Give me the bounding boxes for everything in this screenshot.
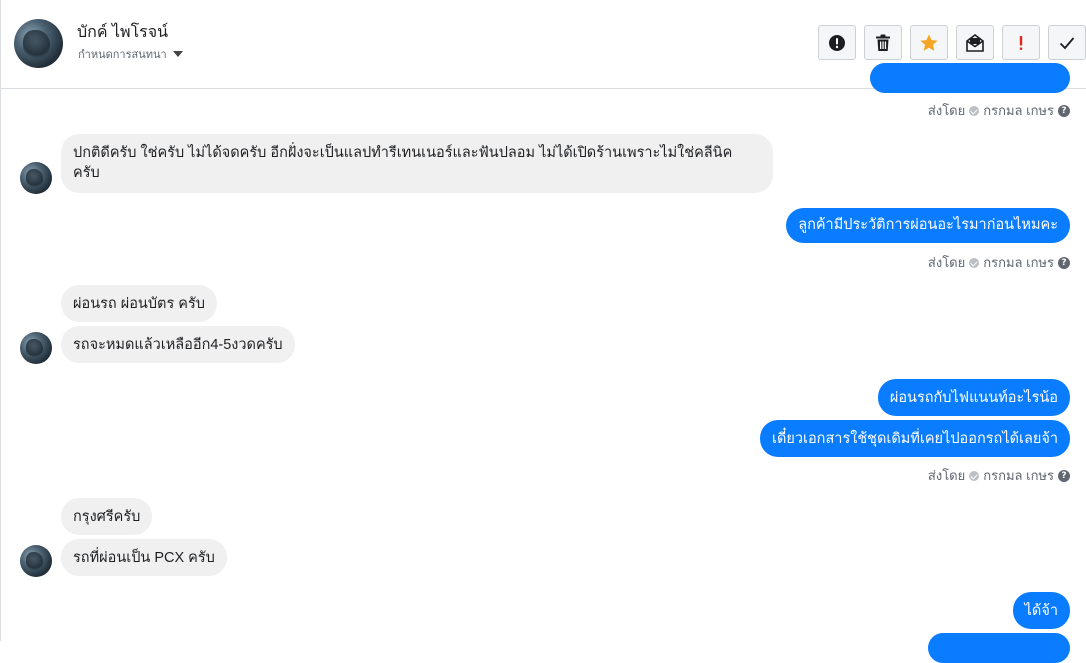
- important-button[interactable]: [1002, 25, 1040, 60]
- help-icon[interactable]: ?: [1058, 469, 1070, 482]
- verified-icon: [969, 257, 980, 268]
- trash-icon: [876, 34, 890, 51]
- delete-button[interactable]: [864, 25, 902, 60]
- message-bubble-incoming[interactable]: ปกติดีครับ ใช่ครับ ไม่ได้จดครับ อีกฝั่งจ…: [61, 134, 773, 193]
- sender-avatar[interactable]: [20, 332, 52, 364]
- message-bubble-incoming[interactable]: รถที่ผ่อนเป็น PCX ครับ: [61, 539, 227, 576]
- message-bubble-incoming[interactable]: กรุงศรีครับ: [61, 498, 153, 535]
- contact-avatar[interactable]: [14, 19, 63, 68]
- message-bubble-incoming[interactable]: ผ่อนรถ ผ่อนบัตร ครับ: [61, 285, 217, 322]
- sent-by-indicator: ส่งโดย กรกมล เกษร ?: [928, 252, 1070, 273]
- mark-unread-icon: [966, 33, 984, 52]
- mark-done-button[interactable]: [1048, 25, 1086, 60]
- caret-down-icon: [172, 51, 183, 57]
- star-button[interactable]: [910, 25, 948, 60]
- important-icon: [1019, 35, 1023, 50]
- message-thread[interactable]: ส่งโดย กรกมล เกษร ? ปกติดีครับ ใช่ครับ ไ…: [1, 63, 1086, 663]
- mark-unread-button[interactable]: [956, 25, 994, 60]
- sender-avatar[interactable]: [20, 545, 52, 577]
- help-icon[interactable]: ?: [1058, 256, 1070, 269]
- verified-icon: [969, 105, 980, 116]
- check-icon: [1059, 36, 1075, 49]
- sent-by-label: ส่งโดย: [927, 103, 966, 118]
- message-bubble-outgoing[interactable]: ลูกค้ามีประวัติการผ่อนอะไรมาก่อนไหมคะ: [786, 208, 1070, 243]
- message-bubble-outgoing[interactable]: ผ่อนรถกับไฟแนนท์อะไรน้อ: [877, 379, 1070, 416]
- report-button[interactable]: [818, 25, 856, 60]
- message-bubble-outgoing[interactable]: เดี๋ยวเอกสารใช้ชุดเดิมที่เคยไปออกรถได้เล…: [760, 420, 1070, 457]
- help-icon[interactable]: ?: [1058, 104, 1070, 117]
- report-icon: [829, 34, 845, 51]
- sent-by-label: ส่งโดย: [927, 468, 966, 483]
- sent-by-agent: กรกมล เกษร: [983, 103, 1054, 118]
- message-bubble-outgoing-partial[interactable]: [928, 633, 1070, 663]
- sent-by-indicator: ส่งโดย กรกมล เกษร ?: [928, 465, 1070, 486]
- message-bubble-outgoing-partial[interactable]: [870, 63, 1070, 93]
- sent-by-label: ส่งโดย: [927, 255, 966, 270]
- message-bubble-outgoing[interactable]: ได้จ้า: [1012, 592, 1070, 629]
- sender-avatar[interactable]: [20, 162, 52, 194]
- message-bubble-incoming[interactable]: รถจะหมดแล้วเหลืออีก4-5งวดครับ: [61, 326, 295, 363]
- star-icon: [920, 34, 938, 51]
- contact-name[interactable]: บักค์ ไพโรจน์: [77, 20, 168, 45]
- message-text: ปกติดีครับ ใช่ครับ ไม่ได้จดครับ อีกฝั่งจ…: [73, 145, 733, 161]
- sent-by-agent: กรกมล เกษร: [983, 468, 1054, 483]
- sent-by-indicator: ส่งโดย กรกมล เกษร ?: [928, 100, 1070, 121]
- sent-by-agent: กรกมล เกษร: [983, 255, 1054, 270]
- message-text: ครับ: [73, 165, 100, 181]
- action-toolbar: [818, 25, 1086, 60]
- conversation-options-label: กำหนดการสนทนา: [78, 49, 167, 61]
- verified-icon: [969, 470, 980, 481]
- conversation-options-dropdown[interactable]: กำหนดการสนทนา: [78, 45, 183, 63]
